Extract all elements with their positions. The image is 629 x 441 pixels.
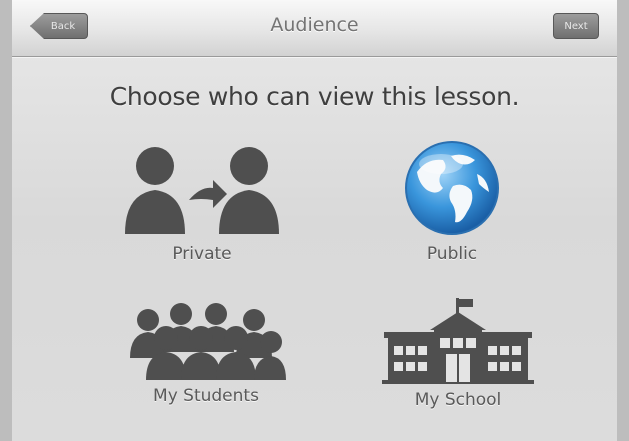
globe-icon bbox=[405, 141, 499, 235]
page-heading: Choose who can view this lesson. bbox=[109, 82, 520, 111]
option-my-school-label: My School bbox=[414, 390, 502, 410]
option-my-students-label: My Students bbox=[153, 386, 259, 406]
option-my-students[interactable]: My Students bbox=[96, 300, 316, 406]
audience-screen: Back Audience Next Choose who can view t… bbox=[0, 0, 629, 441]
next-button[interactable]: Next bbox=[553, 13, 599, 39]
option-private[interactable]: Private bbox=[92, 138, 312, 264]
option-private-label: Private bbox=[172, 244, 232, 264]
person-to-person-icon bbox=[125, 147, 279, 234]
navigation-bar: Back Audience Next bbox=[12, 0, 617, 57]
option-public[interactable]: Public bbox=[342, 138, 562, 264]
option-my-school[interactable]: My School bbox=[348, 296, 568, 410]
option-public-label: Public bbox=[426, 244, 478, 264]
nav-title: Audience bbox=[270, 14, 359, 36]
school-building-icon bbox=[382, 298, 534, 384]
group-of-people-icon bbox=[130, 303, 286, 380]
